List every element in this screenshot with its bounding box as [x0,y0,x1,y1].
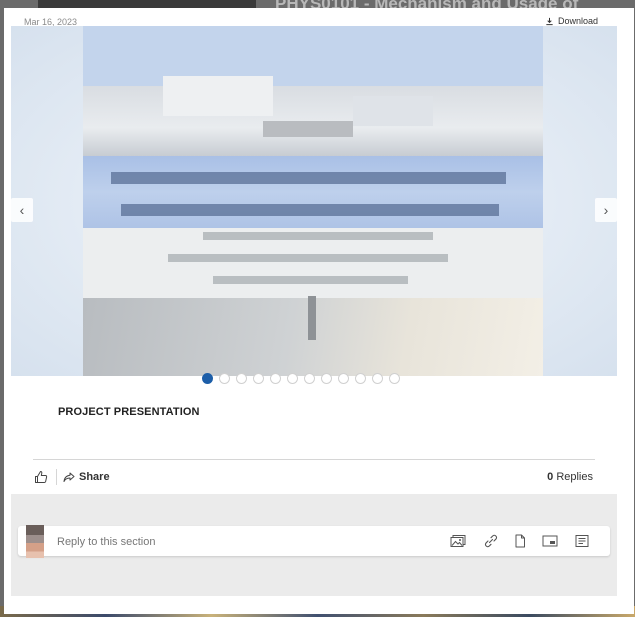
insert-image-button[interactable] [450,534,466,548]
carousel-dot[interactable] [389,373,400,384]
section-title: PROJECT PRESENTATION [58,406,200,418]
carousel-dot[interactable] [355,373,366,384]
download-icon [546,17,553,25]
divider [33,459,595,460]
carousel-dot[interactable] [287,373,298,384]
carousel-dot[interactable] [270,373,281,384]
background-image-strip [38,0,256,8]
carousel-dot[interactable] [338,373,349,384]
chevron-left-icon: ‹ [19,202,25,218]
form-icon [575,535,589,547]
carousel-dot[interactable] [253,373,264,384]
chevron-right-icon: › [603,202,609,218]
replies-count[interactable]: 0 Replies [547,471,593,483]
image-icon [450,535,466,547]
file-icon [515,534,525,548]
share-button[interactable]: Share [63,471,110,483]
carousel-dot[interactable] [219,373,230,384]
replies-label: Replies [556,471,593,483]
carousel-dot[interactable] [372,373,383,384]
attach-file-button[interactable] [512,534,528,548]
avatar [26,525,44,558]
post-actions-bar: Share 0 Replies [33,467,595,487]
carousel-slide-image [83,26,543,376]
insert-form-button[interactable] [574,534,590,548]
carousel-next-button[interactable]: › [595,198,617,222]
replies-number: 0 [547,471,554,483]
carousel-dot[interactable] [304,373,315,384]
link-icon [484,534,498,548]
reply-placeholder[interactable]: Reply to this section [57,536,155,548]
carousel-dot[interactable] [236,373,247,384]
embed-icon [542,535,558,547]
carousel-prev-button[interactable]: ‹ [11,198,33,222]
carousel-pagination [202,373,400,384]
insert-embed-button[interactable] [542,534,558,548]
carousel-dot[interactable] [321,373,332,384]
carousel-dot[interactable] [202,373,213,384]
insert-link-button[interactable] [483,534,499,548]
download-button[interactable]: Download [545,16,598,26]
download-label: Download [558,16,599,26]
action-separator [56,469,57,485]
share-label: Share [79,471,110,483]
thumbs-up-icon[interactable] [34,470,48,484]
share-icon [63,472,75,482]
image-carousel[interactable] [11,26,617,376]
